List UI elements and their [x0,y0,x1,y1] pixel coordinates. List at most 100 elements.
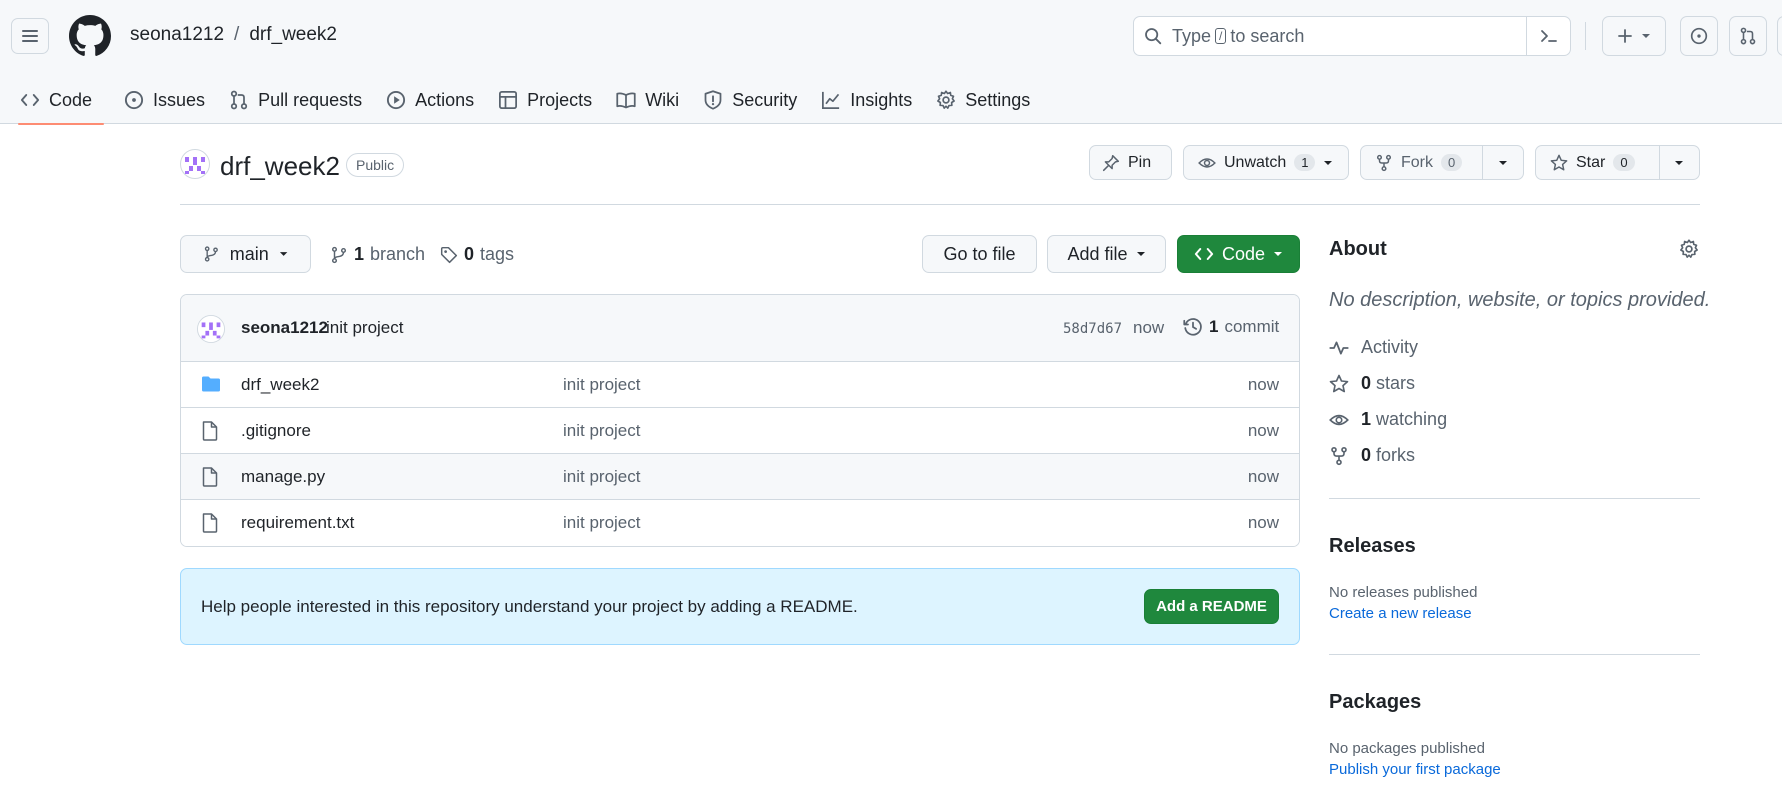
file-commit-message[interactable]: init project [563,375,640,395]
pull-requests-button[interactable] [1729,16,1767,56]
code-button-label: Code [1221,243,1266,264]
star-button[interactable]: Star 0 [1535,145,1700,180]
code-icon [20,94,40,106]
about-heading: About [1329,238,1387,260]
packages-heading[interactable]: Packages [1329,691,1421,714]
file-commit-message[interactable]: init project [563,421,640,441]
add-file-button[interactable]: Add file [1047,235,1166,273]
search-placeholder: Type / to search [1172,26,1304,47]
star-dropdown[interactable] [1658,146,1699,179]
releases-heading[interactable]: Releases [1329,535,1416,558]
caret-down-icon [1675,160,1684,165]
identicon-avatar [197,315,225,343]
edit-about-button[interactable] [1679,239,1699,259]
tag-count-label: tags [480,244,515,264]
tab-actions-label: Actions [415,89,475,110]
table-row[interactable]: drf_week2 init project now [181,362,1299,408]
caret-down-icon [1498,160,1507,165]
pull-request-icon [230,90,248,110]
breadcrumb-separator: / [234,24,240,45]
search-input[interactable]: Type / to search [1133,16,1571,56]
activity-link[interactable]: Activity [1329,337,1418,358]
tab-security[interactable]: Security [691,76,809,124]
branches-link[interactable]: 1 branch [330,244,425,265]
github-logo[interactable] [69,15,111,57]
commit-author[interactable]: seona1212 [241,318,328,338]
file-commit-message[interactable]: init project [563,513,640,533]
git-branch-icon [331,246,347,263]
table-row[interactable]: requirement.txt init project now [181,500,1299,546]
table-row[interactable]: manage.py init project now [181,454,1299,500]
code-button[interactable]: Code [1177,235,1300,273]
releases-empty-text: No releases published [1329,584,1478,601]
tab-pull-requests[interactable]: Pull requests [217,76,374,124]
issue-icon [124,90,144,110]
caret-down-icon [1324,160,1333,165]
shield-icon [704,90,722,110]
sidebar-divider [1329,654,1700,655]
breadcrumb-owner[interactable]: seona1212 [130,24,224,46]
commit-message[interactable]: init project [326,318,403,338]
watching-link[interactable]: 1 watching [1329,409,1447,430]
plus-icon [1618,29,1632,43]
tab-issues[interactable]: Issues [112,76,217,124]
repo-title[interactable]: drf_week2 [220,151,340,182]
search-suffix: to search [1230,25,1305,46]
repo-header: drf_week2 Public Pin Unwatch 1 Fork 0 St… [180,145,1700,205]
fork-label: Fork [1401,153,1433,171]
commit-count-label: commit [1224,317,1280,336]
file-commit-time: now [1247,467,1279,486]
breadcrumb-repo[interactable]: drf_week2 [249,24,337,46]
commit-history-link[interactable]: 1 commit [1183,317,1279,337]
branch-name: main [229,243,269,264]
pulse-icon [1329,341,1349,354]
table-row[interactable]: .gitignore init project now [181,408,1299,454]
go-to-file-label: Go to file [943,243,1016,264]
tab-wiki-label: Wiki [645,89,680,110]
tab-code[interactable]: Code [8,76,105,125]
forks-count: 0 [1361,445,1372,465]
commit-author-avatar[interactable] [197,315,225,343]
file-name[interactable]: drf_week2 [241,375,319,395]
tab-actions[interactable]: Actions [374,76,486,124]
readme-banner: Help people interested in this repositor… [180,568,1300,645]
pin-button[interactable]: Pin [1089,145,1172,180]
hamburger-icon [22,30,38,42]
tab-security-label: Security [732,89,798,110]
create-new-button[interactable] [1602,16,1666,56]
file-icon [201,421,219,441]
tag-count: 0 [464,244,475,264]
file-name[interactable]: .gitignore [241,421,311,441]
create-release-link[interactable]: Create a new release [1329,605,1472,622]
eye-icon [1329,414,1349,425]
tab-settings[interactable]: Settings [924,76,1042,124]
menu-button[interactable] [11,18,49,54]
commit-count: 1 [1209,317,1219,336]
unwatch-label: Unwatch [1224,153,1287,171]
add-readme-button[interactable]: Add a README [1144,589,1279,624]
book-icon [616,92,636,109]
tags-link[interactable]: 0 tags [440,244,514,265]
go-to-file-button[interactable]: Go to file [922,235,1037,273]
stars-link[interactable]: 0 stars [1329,373,1415,394]
tab-wiki[interactable]: Wiki [604,76,691,124]
git-branch-icon [204,246,218,262]
publish-package-link[interactable]: Publish your first package [1329,761,1501,778]
file-name[interactable]: manage.py [241,467,325,487]
branch-selector[interactable]: main [180,235,311,273]
fork-button[interactable]: Fork 0 [1360,145,1524,180]
unwatch-button[interactable]: Unwatch 1 [1183,145,1349,180]
watch-count: 1 [1294,154,1316,171]
forks-link[interactable]: 0 forks [1329,445,1415,466]
inbox-button-partial[interactable] [1777,16,1782,56]
owner-avatar[interactable] [180,149,210,179]
tab-insights[interactable]: Insights [809,76,924,124]
fork-dropdown[interactable] [1481,146,1523,179]
commit-sha[interactable]: 58d7d67 [1063,321,1122,337]
file-commit-message[interactable]: init project [563,467,640,487]
tab-projects[interactable]: Projects [486,76,604,124]
command-palette-button[interactable] [1526,17,1570,55]
commit-time: now [1133,318,1165,337]
file-name[interactable]: requirement.txt [241,513,354,533]
issues-button[interactable] [1680,16,1718,56]
